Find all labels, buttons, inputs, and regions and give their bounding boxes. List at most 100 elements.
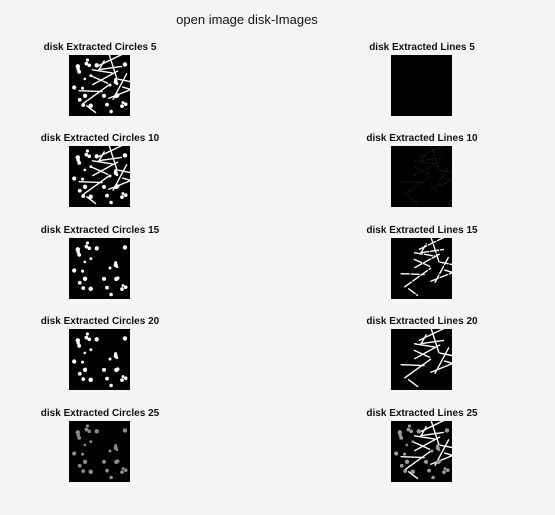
extracted-circle <box>445 468 450 473</box>
panel-image <box>391 146 452 207</box>
extracted-circle <box>108 357 112 361</box>
extracted-line <box>420 248 445 254</box>
extracted-circle <box>394 451 399 456</box>
extracted-circle <box>89 74 93 78</box>
extracted-circle <box>122 153 128 158</box>
panel-lines-20: disk Extracted Lines 20 <box>352 316 492 396</box>
extracted-circle <box>108 449 112 453</box>
extracted-line <box>98 156 123 162</box>
extracted-circle <box>77 97 82 102</box>
figure-title: open image disk-Images <box>176 12 318 27</box>
extracted-circle <box>81 469 86 474</box>
extracted-line <box>108 180 130 190</box>
extracted-circle <box>89 440 93 444</box>
extracted-circle <box>114 184 119 190</box>
extracted-circle <box>431 475 435 480</box>
extracted-circle <box>88 286 93 292</box>
extracted-line <box>91 69 113 74</box>
extracted-circle <box>105 376 109 381</box>
extracted-circle <box>120 287 124 291</box>
panel-title: disk Extracted Lines 10 <box>366 133 478 144</box>
extracted-line <box>117 78 130 83</box>
extracted-circle <box>82 459 88 464</box>
extracted-circle <box>123 193 128 198</box>
image-lines-15 <box>400 238 452 297</box>
extracted-circle <box>89 165 93 169</box>
panel-title: disk Extracted Lines 15 <box>366 225 478 236</box>
extracted-circle <box>81 177 85 181</box>
extracted-circle <box>87 429 92 434</box>
extracted-line <box>408 196 418 204</box>
extracted-line <box>420 431 445 437</box>
panel-image <box>69 146 130 207</box>
extracted-line <box>439 261 452 266</box>
extracted-circle <box>405 443 409 447</box>
extracted-circle <box>88 377 93 383</box>
extracted-circle <box>108 266 112 270</box>
extracted-circle <box>444 428 450 433</box>
extracted-circle <box>83 260 87 264</box>
extracted-circle <box>72 176 77 181</box>
extracted-circle <box>409 429 414 434</box>
panel-title: disk Extracted Lines 25 <box>366 408 478 419</box>
extracted-circle <box>89 348 93 352</box>
extracted-circle <box>87 154 92 159</box>
extracted-line <box>418 146 444 158</box>
extracted-circle <box>77 70 82 74</box>
extracted-line <box>420 157 444 162</box>
extracted-circle <box>82 367 88 372</box>
extracted-circle <box>424 459 429 464</box>
extracted-line <box>404 358 432 379</box>
figure-window: open image disk-Images disk Extracted Ci… <box>0 0 555 515</box>
extracted-circle <box>109 200 113 205</box>
extracted-line <box>117 169 130 174</box>
extracted-line <box>414 160 435 165</box>
extracted-circle <box>411 440 415 444</box>
extracted-circle <box>108 174 112 178</box>
extracted-circle <box>121 284 125 287</box>
extracted-circle <box>108 83 112 87</box>
extracted-line <box>420 339 445 345</box>
extracted-circle <box>114 276 119 282</box>
extracted-line <box>430 455 452 465</box>
panel-title: disk Extracted Circles 10 <box>40 133 160 144</box>
extracted-circle <box>87 246 92 251</box>
extracted-line <box>408 379 419 388</box>
extracted-circle <box>105 468 109 473</box>
extracted-circle <box>114 459 119 465</box>
panel-title: disk Extracted Circles 15 <box>40 225 160 236</box>
extracted-circle <box>122 62 128 67</box>
image-circles-15 <box>72 241 128 297</box>
panel-image <box>391 55 452 116</box>
extracted-circle <box>94 337 99 342</box>
extracted-circle <box>72 85 77 90</box>
extracted-circle <box>442 470 446 474</box>
extracted-circle <box>113 170 118 175</box>
extracted-circle <box>121 467 125 470</box>
panel-image <box>69 329 130 390</box>
image-lines-5 <box>391 55 452 116</box>
panel-image <box>69 55 130 116</box>
extracted-line <box>404 175 432 196</box>
extracted-line <box>400 272 425 276</box>
extracted-circle <box>123 285 128 290</box>
extracted-circle <box>102 367 107 372</box>
image-lines-10 <box>400 146 452 204</box>
extracted-circle <box>77 371 82 376</box>
extracted-circle <box>77 463 82 468</box>
image-circles-25 <box>72 424 128 480</box>
panel-title: disk Extracted Circles 25 <box>40 408 160 419</box>
extracted-circle <box>88 469 93 475</box>
image-circles-20 <box>72 332 128 388</box>
extracted-circle <box>404 459 410 464</box>
extracted-circle <box>435 445 440 450</box>
extracted-circle <box>403 452 407 456</box>
panel-lines-15: disk Extracted Lines 15 <box>352 225 492 305</box>
extracted-circle <box>113 262 118 267</box>
panel-image <box>69 421 130 482</box>
extracted-circle <box>81 360 85 364</box>
extracted-circle <box>121 192 125 195</box>
extracted-circle <box>109 383 113 388</box>
extracted-line <box>91 160 113 165</box>
extracted-circle <box>77 161 82 165</box>
